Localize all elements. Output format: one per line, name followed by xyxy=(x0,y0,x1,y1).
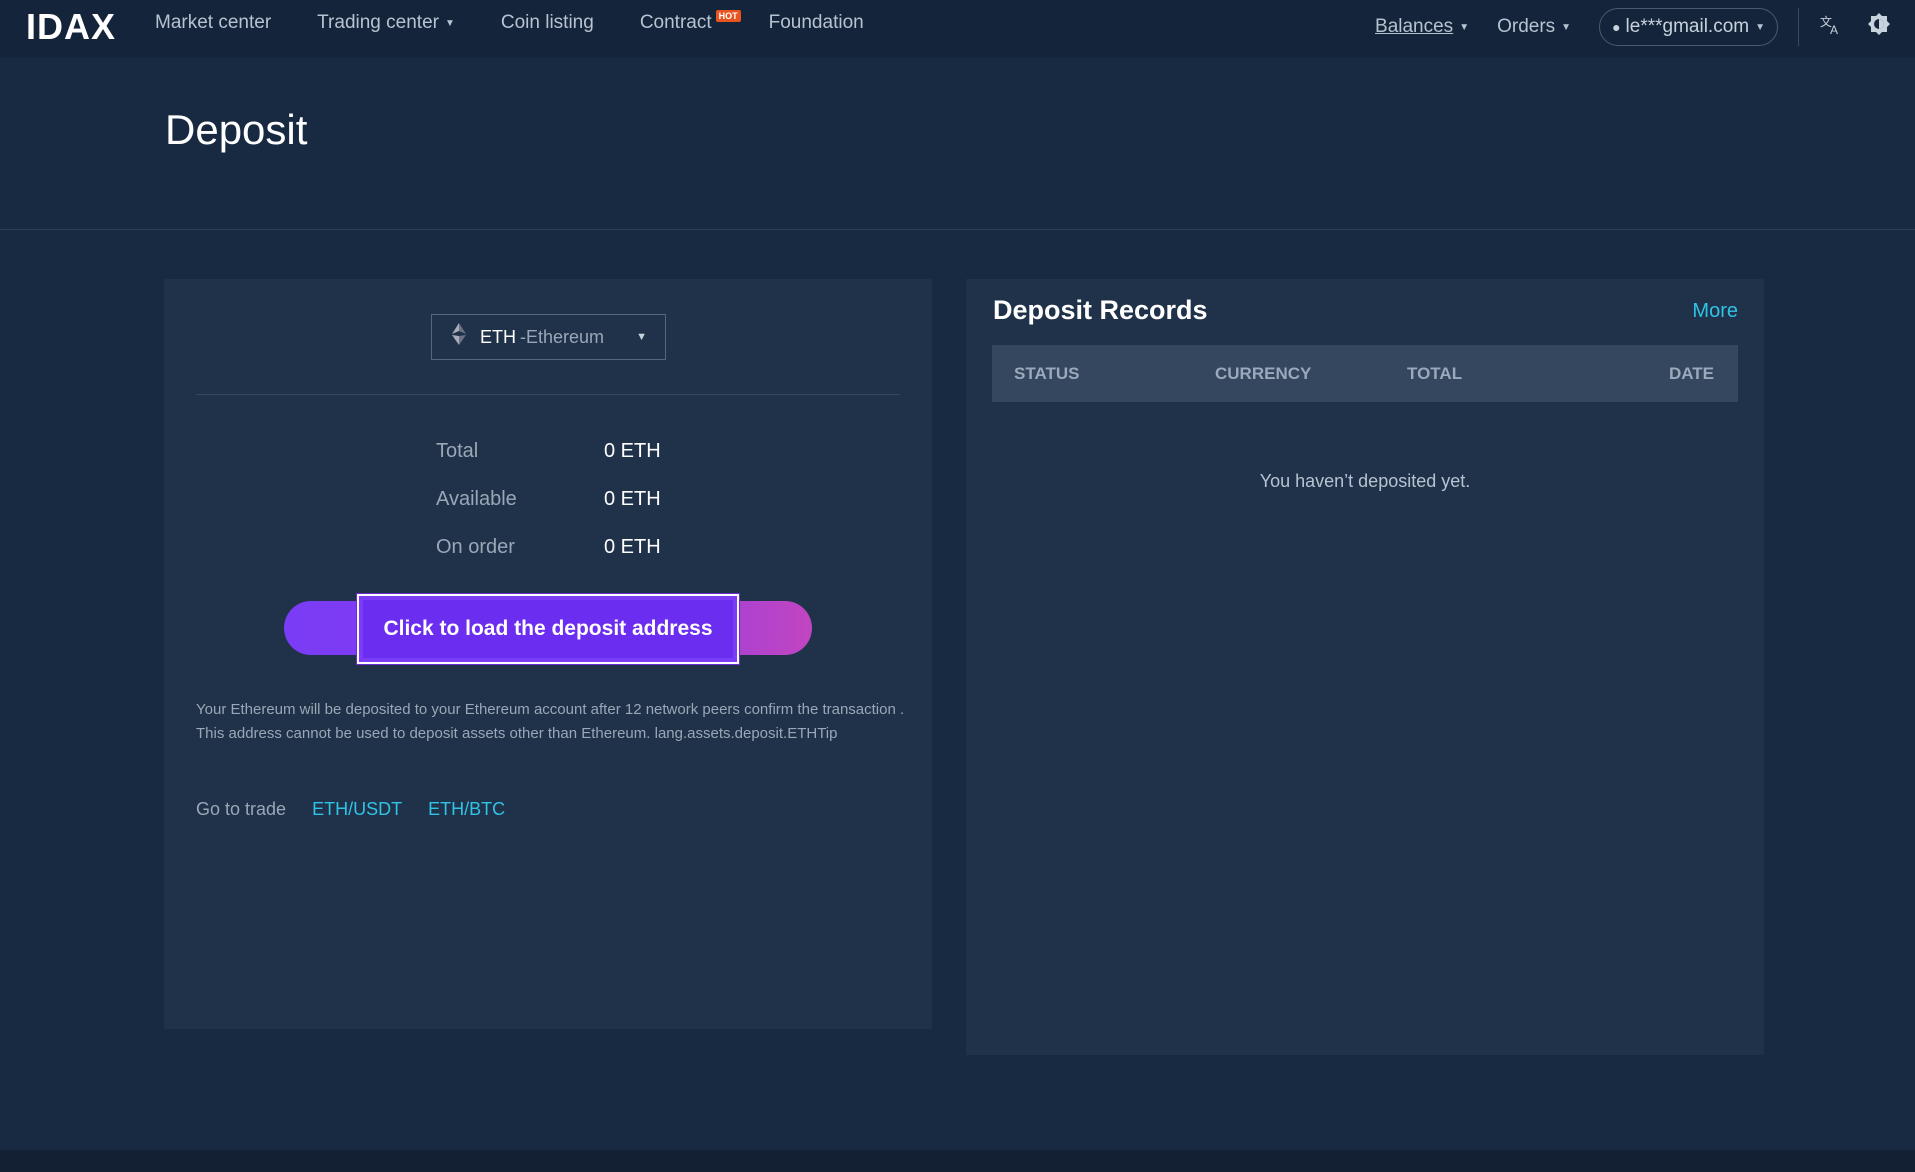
hot-badge: HOT xyxy=(715,10,741,22)
nav-trading-center[interactable]: Trading center ▼ xyxy=(317,12,455,34)
chevron-down-icon: ▼ xyxy=(1755,21,1765,33)
load-deposit-address-button[interactable]: Click to load the deposit address xyxy=(356,593,740,665)
column-header-status: STATUS xyxy=(1014,363,1080,383)
trade-link-eth-btc[interactable]: ETH/BTC xyxy=(428,799,505,820)
ethereum-icon xyxy=(452,323,466,351)
nav-foundation[interactable]: Foundation xyxy=(769,12,864,34)
translate-icon[interactable]: 文 A xyxy=(1819,12,1843,42)
page-header: Deposit xyxy=(0,58,1915,230)
empty-records-message: You haven’t deposited yet. xyxy=(1259,471,1471,491)
chevron-down-icon: ▼ xyxy=(444,17,455,29)
balance-summary: Total 0 ETH Available 0 ETH On order 0 E… xyxy=(436,427,661,571)
column-header-total: TOTAL xyxy=(1407,363,1463,383)
page-title: Deposit xyxy=(165,106,308,153)
trade-link-eth-usdt[interactable]: ETH/USDT xyxy=(312,799,402,820)
balance-label: Total xyxy=(436,439,479,462)
balance-value: 0 ETH xyxy=(604,487,661,510)
column-header-date: DATE xyxy=(1668,363,1714,383)
column-header-currency: CURRENCY xyxy=(1215,363,1312,383)
top-nav: IDAX Market center Trading center ▼ Coin… xyxy=(0,0,1915,58)
deposit-panel: ETH -Ethereum ▼ Total 0 ETH Available 0 … xyxy=(164,279,932,1029)
chevron-down-icon: ▼ xyxy=(1459,21,1470,33)
deposit-note: Your Ethereum will be deposited to your … xyxy=(196,701,905,742)
balance-row-total: Total 0 ETH xyxy=(436,427,661,475)
chevron-down-icon: ▼ xyxy=(1561,21,1572,33)
balance-label: Available xyxy=(436,487,517,510)
svg-text:A: A xyxy=(1830,23,1838,36)
divider xyxy=(196,394,900,395)
idax-logo[interactable]: IDAX xyxy=(26,6,116,48)
footer-strip xyxy=(0,1150,1915,1172)
deposit-records-panel: Deposit Records More STATUS CURRENCY TOT… xyxy=(966,279,1764,1055)
main-nav: Market center Trading center ▼ Coin list… xyxy=(155,0,910,46)
user-account-menu[interactable]: ● le***gmail.com ▼ xyxy=(1599,8,1778,46)
coin-code: ETH xyxy=(480,326,516,347)
balance-value: 0 ETH xyxy=(604,439,661,462)
balance-row-on-order: On order 0 ETH xyxy=(436,523,661,571)
balance-value: 0 ETH xyxy=(604,535,661,558)
coin-name: -Ethereum xyxy=(520,326,605,347)
more-link[interactable]: More xyxy=(1692,300,1738,323)
user-icon: ● xyxy=(1612,19,1621,35)
nav-divider xyxy=(1798,8,1799,46)
records-title: Deposit Records xyxy=(993,295,1208,325)
balances-menu[interactable]: Balances ▼ xyxy=(1375,16,1469,38)
orders-menu[interactable]: Orders ▼ xyxy=(1497,16,1571,38)
go-to-trade: Go to trade ETH/USDT ETH/BTC xyxy=(196,799,531,820)
balance-row-available: Available 0 ETH xyxy=(436,475,661,523)
nav-market-center[interactable]: Market center xyxy=(155,12,271,34)
nav-right: Balances ▼ Orders ▼ ● le***gmail.com ▼ 文… xyxy=(1375,0,1915,54)
records-table-header: STATUS CURRENCY TOTAL DATE xyxy=(992,345,1738,402)
chevron-down-icon: ▼ xyxy=(636,331,647,343)
coin-select-dropdown[interactable]: ETH -Ethereum ▼ xyxy=(431,314,666,360)
nav-coin-listing[interactable]: Coin listing xyxy=(501,12,594,34)
go-to-trade-label: Go to trade xyxy=(196,799,287,819)
nav-contract[interactable]: Contract HOT xyxy=(640,10,741,34)
theme-toggle-icon[interactable] xyxy=(1867,12,1891,42)
balance-label: On order xyxy=(436,535,515,558)
